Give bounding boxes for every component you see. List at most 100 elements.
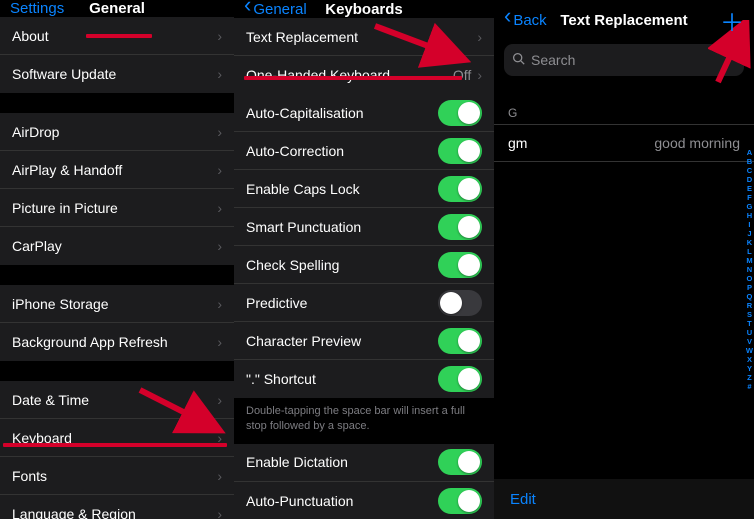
index-letter[interactable]: D <box>747 175 752 184</box>
edit-button[interactable]: Edit <box>510 491 536 508</box>
settings-row[interactable]: One-Handed Keyboard Off › <box>234 56 494 94</box>
settings-row[interactable]: Picture in Picture › <box>0 189 234 227</box>
settings-row[interactable]: Text Replacement › <box>234 18 494 56</box>
index-letter[interactable]: G <box>747 202 753 211</box>
add-button[interactable]: ＋ <box>720 3 744 38</box>
chevron-right-icon: › <box>217 296 222 312</box>
toggle-switch[interactable] <box>438 488 482 514</box>
settings-row[interactable]: Language & Region › <box>0 495 234 519</box>
row-label: Check Spelling <box>246 257 438 273</box>
index-letter[interactable]: H <box>747 211 752 220</box>
chevron-right-icon: › <box>477 29 482 45</box>
toggle-switch[interactable] <box>438 366 482 392</box>
toolbar: Edit <box>494 479 754 519</box>
index-letter[interactable]: P <box>747 283 752 292</box>
settings-row[interactable]: CarPlay › <box>0 227 234 265</box>
index-letter[interactable]: T <box>747 319 752 328</box>
toggle-switch[interactable] <box>438 252 482 278</box>
settings-row: Auto-Correction <box>234 132 494 170</box>
row-label: Auto-Correction <box>246 143 438 159</box>
index-letter[interactable]: J <box>747 229 751 238</box>
chevron-right-icon: › <box>217 66 222 82</box>
index-letter[interactable]: E <box>747 184 752 193</box>
index-letter[interactable]: L <box>747 247 752 256</box>
annotation-underline <box>244 76 462 80</box>
settings-group: Date & Time › Keyboard › Fonts › Languag… <box>0 381 234 519</box>
row-label: Enable Dictation <box>246 454 438 470</box>
settings-row[interactable]: Software Update › <box>0 55 234 93</box>
index-letter[interactable]: V <box>747 337 752 346</box>
search-icon <box>512 52 525 68</box>
toggle-switch[interactable] <box>438 328 482 354</box>
index-letter[interactable]: M <box>746 256 752 265</box>
settings-row[interactable]: Background App Refresh › <box>0 323 234 361</box>
settings-row[interactable]: Fonts › <box>0 457 234 495</box>
index-letter[interactable]: A <box>747 148 752 157</box>
row-label: Character Preview <box>246 333 438 349</box>
index-letter[interactable]: Q <box>747 292 753 301</box>
row-label: Software Update <box>12 66 217 82</box>
settings-row[interactable]: iPhone Storage › <box>0 285 234 323</box>
index-letter[interactable]: U <box>747 328 752 337</box>
index-letter[interactable]: O <box>747 274 753 283</box>
keyboard-top-group: Text Replacement › One-Handed Keyboard O… <box>234 18 494 94</box>
section-header: G <box>494 102 754 124</box>
annotation-underline <box>86 34 152 38</box>
toggle-switch[interactable] <box>438 176 482 202</box>
index-letter[interactable]: Z <box>747 373 752 382</box>
index-strip[interactable]: ABCDEFGHIJKLMNOPQRSTUVWXYZ# <box>746 148 753 391</box>
settings-row[interactable]: AirPlay & Handoff › <box>0 151 234 189</box>
settings-group: AirDrop › AirPlay & Handoff › Picture in… <box>0 113 234 265</box>
index-letter[interactable]: I <box>748 220 750 229</box>
shortcut-text: gm <box>508 135 654 151</box>
dictation-group: Enable Dictation Auto-Punctuation <box>234 444 494 519</box>
settings-row: Auto-Punctuation <box>234 482 494 519</box>
settings-row: "." Shortcut <box>234 360 494 398</box>
index-letter[interactable]: F <box>747 193 752 202</box>
chevron-right-icon: › <box>217 506 222 519</box>
index-letter[interactable]: # <box>747 382 751 391</box>
row-label: One-Handed Keyboard <box>246 67 453 83</box>
back-general[interactable]: General <box>244 0 307 18</box>
row-label: Auto-Punctuation <box>246 493 438 509</box>
index-letter[interactable]: R <box>747 301 752 310</box>
index-letter[interactable]: W <box>746 346 753 355</box>
toggle-switch[interactable] <box>438 138 482 164</box>
index-letter[interactable]: C <box>747 166 752 175</box>
toggle-switch[interactable] <box>438 214 482 240</box>
back-settings[interactable]: Settings <box>10 0 64 17</box>
toggle-switch[interactable] <box>438 449 482 475</box>
nav-bar: General Keyboards <box>234 0 494 18</box>
row-label: Text Replacement <box>246 29 477 45</box>
row-label: Predictive <box>246 295 438 311</box>
replacement-entry[interactable]: gm good morning <box>494 125 754 161</box>
index-letter[interactable]: K <box>747 238 752 247</box>
index-letter[interactable]: Y <box>747 364 752 373</box>
settings-row: Smart Punctuation <box>234 208 494 246</box>
toggle-switch[interactable] <box>438 290 482 316</box>
toggle-switch[interactable] <box>438 100 482 126</box>
settings-row[interactable]: Keyboard › <box>0 419 234 457</box>
chevron-right-icon: › <box>217 392 222 408</box>
index-letter[interactable]: X <box>747 355 752 364</box>
settings-row[interactable]: AirDrop › <box>0 113 234 151</box>
settings-row[interactable]: Date & Time › <box>0 381 234 419</box>
row-label: Enable Caps Lock <box>246 181 438 197</box>
back-button[interactable]: Back <box>504 11 547 29</box>
chevron-right-icon: › <box>217 468 222 484</box>
settings-row: Predictive <box>234 284 494 322</box>
row-label: AirDrop <box>12 124 217 140</box>
index-letter[interactable]: N <box>747 265 752 274</box>
settings-row: Enable Caps Lock <box>234 170 494 208</box>
search-input[interactable] <box>531 52 736 68</box>
chevron-right-icon: › <box>217 334 222 350</box>
index-letter[interactable]: S <box>747 310 752 319</box>
index-letter[interactable]: B <box>747 157 752 166</box>
annotation-underline <box>3 443 227 447</box>
row-label: Picture in Picture <box>12 200 217 216</box>
settings-row: Character Preview <box>234 322 494 360</box>
row-label: Date & Time <box>12 392 217 408</box>
row-label: CarPlay <box>12 238 217 254</box>
search-field[interactable] <box>504 44 744 76</box>
general-settings-panel: Settings General About › Software Update… <box>0 0 234 519</box>
